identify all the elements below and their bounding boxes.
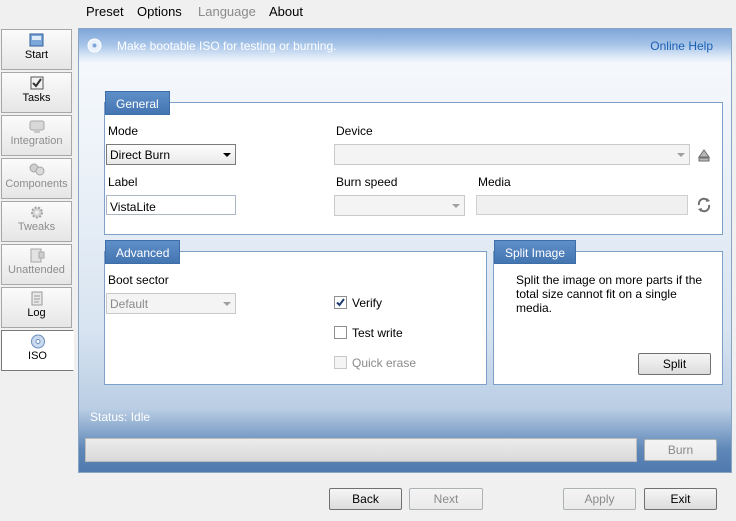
progress-bar — [85, 438, 637, 462]
sidebar-item-unattended[interactable]: Unattended — [1, 244, 72, 285]
burn-speed-select[interactable] — [334, 195, 465, 216]
sidebar-item-label: ISO — [28, 350, 47, 362]
mode-select[interactable]: Direct Burn — [106, 144, 236, 165]
sidebar-item-label: Components — [5, 178, 68, 190]
sidebar-item-components[interactable]: Components — [1, 158, 72, 199]
checkmark-icon — [336, 298, 345, 307]
advanced-group: Advanced Boot sector Default Verify Test… — [104, 240, 487, 385]
device-select[interactable] — [334, 144, 690, 165]
split-button[interactable]: Split — [638, 353, 711, 375]
sidebar-item-label: Log — [27, 307, 46, 319]
sidebar-item-iso[interactable]: ISO — [1, 330, 74, 371]
split-image-group-title: Split Image — [494, 240, 577, 264]
unattended-icon — [30, 248, 44, 263]
split-image-group: Split Image Split the image on more part… — [493, 240, 723, 385]
sidebar-item-log[interactable]: Log — [1, 287, 72, 328]
quick-erase-label: Quick erase — [352, 356, 417, 370]
menu-bar: Preset Options Language About — [0, 0, 736, 24]
components-icon — [29, 163, 44, 176]
advanced-group-title: Advanced — [105, 240, 181, 264]
next-button[interactable]: Next — [409, 488, 483, 510]
mode-select-value: Direct Burn — [110, 148, 171, 162]
header-description: Make bootable ISO for testing or burning… — [117, 39, 337, 53]
boot-sector-label: Boot sector — [108, 273, 169, 287]
sidebar-item-start[interactable]: Start — [1, 29, 72, 70]
status-text: Status: Idle — [90, 410, 151, 424]
disc-icon — [87, 38, 102, 53]
test-write-checkbox-box[interactable] — [334, 326, 347, 339]
online-help-link[interactable]: Online Help — [650, 39, 713, 53]
split-description: Split the image on more parts if the tot… — [516, 273, 703, 315]
media-field — [476, 195, 688, 215]
exit-button[interactable]: Exit — [644, 488, 717, 510]
log-icon — [31, 291, 42, 306]
chevron-down-icon — [223, 302, 231, 306]
header-bar: Make bootable ISO for testing or burning… — [79, 29, 731, 62]
menu-about[interactable]: About — [269, 4, 303, 19]
apply-button[interactable]: Apply — [563, 488, 636, 510]
chevron-down-icon — [452, 204, 460, 208]
label-input[interactable] — [106, 195, 236, 215]
eject-icon[interactable] — [696, 147, 712, 163]
burn-speed-label: Burn speed — [336, 175, 398, 189]
start-icon — [29, 33, 43, 47]
sidebar-item-label: Tasks — [22, 92, 51, 104]
media-label: Media — [478, 175, 511, 189]
mode-label: Mode — [108, 124, 139, 138]
verify-checkbox-box[interactable] — [334, 296, 347, 309]
general-group: General Mode Direct Burn Device Label Bu… — [104, 91, 723, 235]
sidebar-item-label: Start — [24, 49, 49, 61]
burn-button[interactable]: Burn — [644, 439, 717, 461]
general-group-title: General — [105, 91, 170, 115]
integration-icon — [29, 120, 44, 133]
chevron-down-icon — [223, 153, 231, 157]
back-button[interactable]: Back — [329, 488, 402, 510]
refresh-icon[interactable] — [696, 197, 712, 213]
quick-erase-checkbox-box[interactable] — [334, 356, 347, 369]
menu-preset[interactable]: Preset — [86, 4, 124, 19]
device-label: Device — [336, 124, 373, 138]
boot-sector-value: Default — [110, 297, 149, 311]
tasks-icon — [30, 76, 43, 90]
sidebar-item-tasks[interactable]: Tasks — [1, 72, 72, 113]
sidebar-item-integration[interactable]: Integration — [1, 115, 72, 156]
sidebar-item-tweaks[interactable]: Tweaks — [1, 201, 72, 242]
menu-options[interactable]: Options — [137, 4, 182, 19]
boot-sector-select[interactable]: Default — [106, 293, 236, 314]
main-panel: Make bootable ISO for testing or burning… — [78, 28, 732, 473]
sidebar-item-label: Integration — [10, 135, 63, 147]
sidebar-item-label: Unattended — [8, 264, 65, 276]
gear-icon — [30, 206, 43, 219]
menu-language: Language — [198, 4, 256, 19]
verify-label: Verify — [352, 296, 383, 310]
disc-icon — [30, 334, 45, 349]
chevron-down-icon — [677, 153, 685, 157]
test-write-label: Test write — [352, 326, 403, 340]
sidebar-item-label: Tweaks — [17, 221, 56, 233]
label-label: Label — [108, 175, 138, 189]
